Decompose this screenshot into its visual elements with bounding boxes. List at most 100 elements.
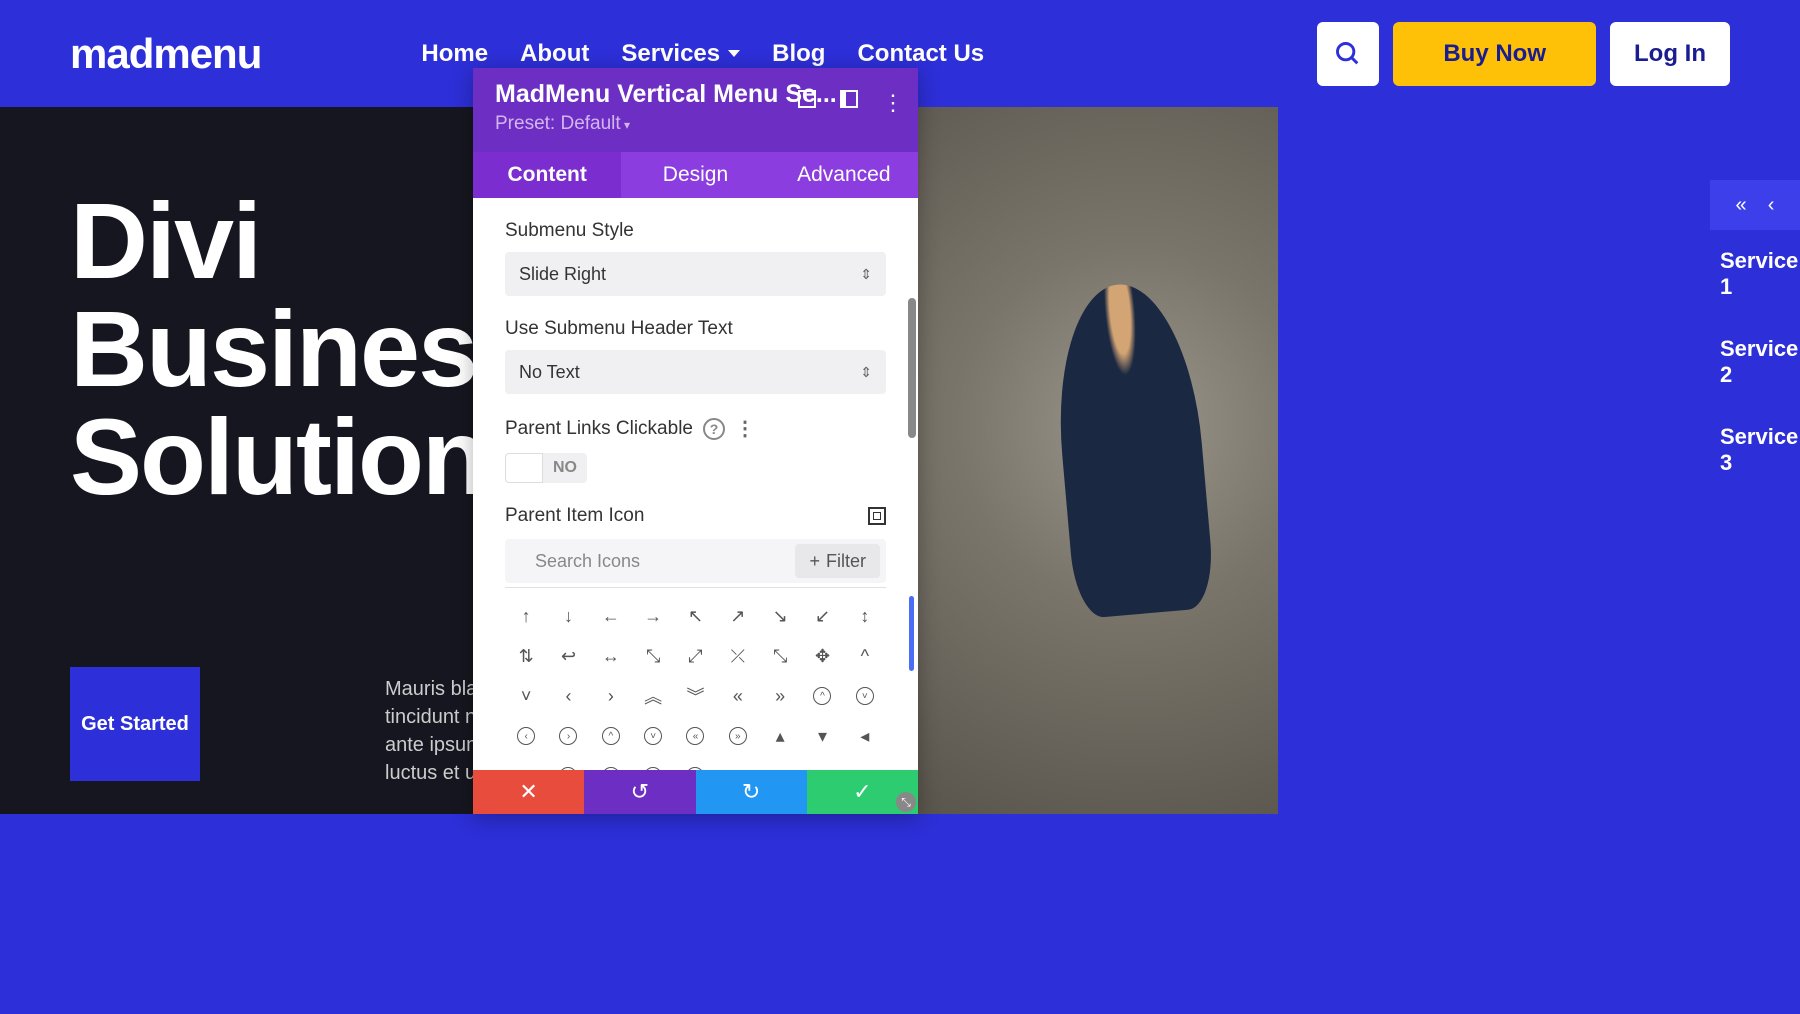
chevron-left-icon: ‹ xyxy=(1768,194,1775,217)
panel-bottom-bar: ✕ ↺ ↻ ✓ ⤡ xyxy=(473,770,918,814)
nav-home[interactable]: Home xyxy=(421,40,488,68)
sidebar-item-service3[interactable]: Service 3 xyxy=(1700,406,1800,494)
icon-option[interactable]: ⤢ xyxy=(674,636,716,676)
dock-icon[interactable] xyxy=(840,90,858,108)
logo[interactable]: madmenu xyxy=(70,30,261,78)
icon-option[interactable]: ▴ xyxy=(759,716,801,756)
panel-header-icons: ⋮ xyxy=(798,90,902,116)
submenu-header-value: No Text xyxy=(519,362,580,383)
parent-icon-label: Parent Item Icon xyxy=(505,505,886,527)
icon-option[interactable]: ⇅ xyxy=(505,636,547,676)
icon-search-input[interactable]: Search Icons xyxy=(535,551,795,572)
plus-icon: + xyxy=(809,551,820,572)
icon-option[interactable]: » xyxy=(759,676,801,716)
nav-contact[interactable]: Contact Us xyxy=(857,40,984,68)
icon-option[interactable]: ✥ xyxy=(801,636,843,676)
icon-option[interactable]: ‹ xyxy=(505,716,547,756)
icon-option[interactable]: ^ xyxy=(844,636,886,676)
search-button[interactable] xyxy=(1317,22,1379,86)
icon-option[interactable]: → xyxy=(632,596,674,636)
header-actions: Buy Now Log In xyxy=(1317,22,1730,86)
icon-option[interactable]: ↗ xyxy=(717,596,759,636)
expand-icon[interactable] xyxy=(798,90,816,108)
nav-blog[interactable]: Blog xyxy=(772,40,825,68)
undo-button[interactable]: ↺ xyxy=(584,770,695,814)
filter-button[interactable]: + Filter xyxy=(795,544,880,578)
buy-now-button[interactable]: Buy Now xyxy=(1393,22,1596,86)
sidebar-collapse[interactable]: « ‹ xyxy=(1710,180,1800,230)
panel-header[interactable]: MadMenu Vertical Menu Se... Preset: Defa… xyxy=(473,68,918,152)
person-figure xyxy=(1048,278,1216,619)
chevron-down-icon xyxy=(728,50,740,57)
icon-option[interactable]: ↘ xyxy=(759,596,801,636)
icon-option[interactable]: ˅ xyxy=(632,716,674,756)
panel-scrollbar[interactable] xyxy=(908,298,916,438)
options-icon[interactable]: ⋮ xyxy=(735,416,755,441)
icon-option[interactable]: ︾ xyxy=(674,676,716,716)
submenu-style-select[interactable]: Slide Right ⇕ xyxy=(505,252,886,296)
icon-option[interactable]: ︽ xyxy=(632,676,674,716)
panel-tabs: Content Design Advanced xyxy=(473,152,918,198)
icon-option[interactable]: ↙ xyxy=(801,596,843,636)
icon-option[interactable]: « xyxy=(717,676,759,716)
parent-links-toggle-row: NO xyxy=(505,453,886,483)
parent-links-label-text: Parent Links Clickable xyxy=(505,418,693,440)
select-arrow-icon: ⇕ xyxy=(860,364,872,381)
parent-links-toggle[interactable] xyxy=(505,453,543,483)
help-icon[interactable]: ? xyxy=(703,418,725,440)
icon-option[interactable]: ⤡ xyxy=(632,636,674,676)
hero-image xyxy=(918,107,1278,814)
parent-icon-label-text: Parent Item Icon xyxy=(505,505,644,527)
search-icon xyxy=(1334,40,1362,68)
icon-option[interactable]: « xyxy=(674,716,716,756)
icon-option[interactable]: ↕ xyxy=(844,596,886,636)
submenu-header-select[interactable]: No Text ⇕ xyxy=(505,350,886,394)
submenu-style-label: Submenu Style xyxy=(505,220,886,242)
icon-option[interactable]: ↔ xyxy=(590,636,632,676)
icon-option[interactable]: ↓ xyxy=(547,596,589,636)
toggle-no-label: NO xyxy=(543,453,587,483)
tab-advanced[interactable]: Advanced xyxy=(770,152,918,198)
cancel-button[interactable]: ✕ xyxy=(473,770,584,814)
icon-option[interactable]: › xyxy=(590,676,632,716)
icon-option[interactable]: ◂ xyxy=(844,716,886,756)
icon-grid-scrollbar[interactable] xyxy=(909,596,914,671)
icon-option[interactable]: ^ xyxy=(801,676,843,716)
settings-panel: MadMenu Vertical Menu Se... Preset: Defa… xyxy=(473,68,918,814)
sidebar-item-service1[interactable]: Service 1 xyxy=(1700,230,1800,318)
panel-preset[interactable]: Preset: Default xyxy=(495,113,896,135)
tab-design[interactable]: Design xyxy=(621,152,769,198)
tab-content[interactable]: Content xyxy=(473,152,621,198)
get-started-button[interactable]: Get Started xyxy=(70,667,200,781)
services-sidebar: « ‹ Service 1 Service 2 Service 3 xyxy=(1700,180,1800,494)
icon-option[interactable]: ˅ xyxy=(844,676,886,716)
icon-option[interactable]: ▾ xyxy=(801,716,843,756)
icon-option[interactable]: ↑ xyxy=(505,596,547,636)
resize-handle[interactable]: ⤡ xyxy=(896,792,916,812)
icon-option[interactable]: ^ xyxy=(590,716,632,756)
nav-about[interactable]: About xyxy=(520,40,589,68)
sidebar-item-service2[interactable]: Service 2 xyxy=(1700,318,1800,406)
icon-option[interactable]: › xyxy=(547,716,589,756)
icon-grid: ↑↓←→↖↗↘↙↕⇅↩↔⤡⤢⤫⤡✥^˅‹›︽︾«»^˅‹›^˅«»▴▾◂▸^˅‹… xyxy=(505,587,886,774)
icon-option[interactable]: ‹ xyxy=(547,676,589,716)
nav-services[interactable]: Services xyxy=(621,40,740,68)
icon-option[interactable]: » xyxy=(717,716,759,756)
select-arrow-icon: ⇕ xyxy=(860,266,872,283)
icon-option[interactable]: ⤫ xyxy=(717,636,759,676)
panel-body[interactable]: Submenu Style Slide Right ⇕ Use Submenu … xyxy=(473,198,918,774)
login-button[interactable]: Log In xyxy=(1610,22,1730,86)
icon-option[interactable]: ˅ xyxy=(505,676,547,716)
nav-services-label: Services xyxy=(621,40,720,68)
icon-option[interactable]: ↩ xyxy=(547,636,589,676)
fullscreen-icon[interactable] xyxy=(868,507,886,525)
main-nav: Home About Services Blog Contact Us xyxy=(421,40,984,68)
icon-option[interactable]: ⤡ xyxy=(759,636,801,676)
submenu-style-value: Slide Right xyxy=(519,264,606,285)
icon-option[interactable]: ↖ xyxy=(674,596,716,636)
more-icon[interactable]: ⋮ xyxy=(882,90,902,116)
filter-label: Filter xyxy=(826,551,866,572)
redo-button[interactable]: ↻ xyxy=(696,770,807,814)
icon-option[interactable]: ← xyxy=(590,596,632,636)
parent-links-label: Parent Links Clickable ? ⋮ xyxy=(505,416,886,441)
